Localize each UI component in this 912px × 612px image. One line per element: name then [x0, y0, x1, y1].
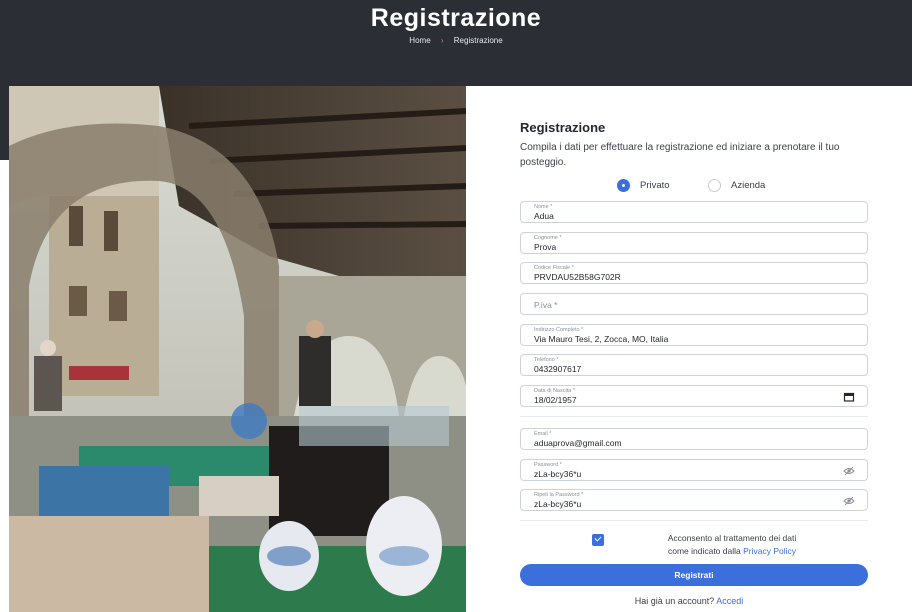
password-repeat-field[interactable]: Ripeti la Password * zLa-bcy36*u [520, 489, 868, 511]
page-title: Registrazione [370, 4, 542, 32]
codice-fiscale-field[interactable]: Codice Fiscale * PRVDAU52B58G702R [520, 262, 868, 284]
market-arcade-photo [9, 86, 466, 612]
login-link[interactable]: Accedi [716, 596, 743, 606]
radio-azienda-indicator[interactable] [708, 179, 721, 192]
cognome-value[interactable]: Prova [534, 242, 556, 252]
consent-line-2: come indicato dalla Privacy Policy [612, 545, 852, 558]
breadcrumb-current: Registrazione [453, 36, 503, 45]
breadcrumb-separator: › [440, 36, 444, 45]
account-type-group: Privato Azienda [466, 179, 912, 193]
indirizzo-value[interactable]: Via Mauro Tesi, 2, Zocca, MO, Italia [534, 334, 668, 344]
nome-field[interactable]: Nome * Adua [520, 201, 868, 223]
cognome-field[interactable]: Cognome * Prova [520, 232, 868, 254]
form-title: Registrazione [520, 120, 606, 135]
indirizzo-label: Indirizzo Completo * [534, 327, 584, 333]
privacy-consent-checkbox[interactable] [592, 534, 604, 546]
cognome-label: Cognome * [534, 235, 562, 241]
privacy-policy-link[interactable]: Privacy Policy [743, 546, 796, 556]
telefono-field[interactable]: Telefono * 0432907617 [520, 354, 868, 376]
radio-azienda[interactable]: Azienda [708, 179, 765, 192]
nome-label: Nome * [534, 204, 553, 210]
registration-card: Registrazione Compila i dati per effettu… [466, 86, 912, 612]
login-prompt: Hai già un account? Accedi [466, 596, 912, 606]
privacy-consent-text: Acconsento al trattamento dei dati come … [612, 532, 852, 558]
password-repeat-value[interactable]: zLa-bcy36*u [534, 499, 581, 509]
piva-placeholder: P.iva * [534, 300, 558, 310]
consent-line-1: Acconsento al trattamento dei dati [667, 533, 797, 543]
email-label: Email * [534, 431, 552, 437]
breadcrumb: Home › Registrazione [0, 36, 912, 45]
password-label: Password * [534, 462, 562, 468]
calendar-icon[interactable] [843, 392, 855, 402]
consent-line-2-text: come indicato dalla [667, 546, 741, 556]
telefono-label: Telefono * [534, 357, 559, 363]
form-intro: Compila i dati per effettuare la registr… [520, 142, 840, 168]
eye-slash-icon[interactable] [843, 466, 855, 476]
radio-privato[interactable]: Privato [617, 179, 670, 192]
piva-field[interactable]: P.iva * [520, 293, 868, 315]
login-prompt-text: Hai già un account? [634, 596, 715, 606]
breadcrumb-home[interactable]: Home [409, 36, 430, 45]
password-value[interactable]: zLa-bcy36*u [534, 469, 581, 479]
data-nascita-field[interactable]: Data di Nascita * 18/02/1957 [520, 385, 868, 407]
radio-privato-label: Privato [640, 180, 670, 191]
password-repeat-label: Ripeti la Password * [534, 492, 584, 498]
nome-value[interactable]: Adua [534, 211, 554, 221]
eye-slash-icon[interactable] [843, 496, 855, 506]
indirizzo-field[interactable]: Indirizzo Completo * Via Mauro Tesi, 2, … [520, 324, 868, 346]
radio-azienda-label: Azienda [731, 180, 766, 191]
codice-fiscale-label: Codice Fiscale * [534, 265, 574, 271]
telefono-value[interactable]: 0432907617 [534, 364, 581, 374]
section-divider [520, 520, 868, 521]
register-button[interactable]: Registrati [520, 564, 868, 586]
privacy-consent: Acconsento al trattamento dei dati come … [592, 532, 852, 558]
password-field[interactable]: Password * zLa-bcy36*u [520, 459, 868, 481]
section-divider [520, 416, 868, 417]
data-nascita-label: Data di Nascita * [534, 388, 575, 394]
codice-fiscale-value[interactable]: PRVDAU52B58G702R [534, 272, 621, 282]
data-nascita-value[interactable]: 18/02/1957 [534, 395, 577, 405]
email-value[interactable]: aduaprova@gmail.com [534, 438, 622, 448]
radio-privato-indicator[interactable] [617, 179, 630, 192]
email-field[interactable]: Email * aduaprova@gmail.com [520, 428, 868, 450]
